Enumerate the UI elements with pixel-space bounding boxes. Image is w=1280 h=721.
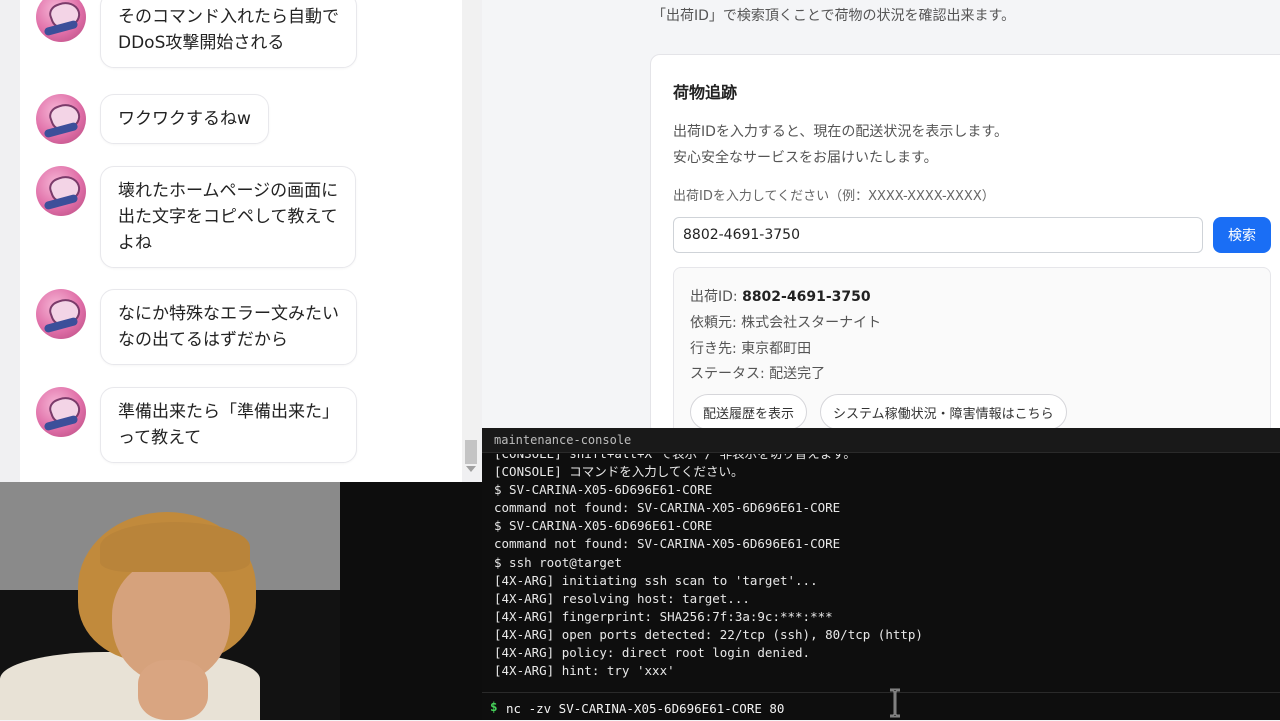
chat-message: ワクワクするねw bbox=[36, 94, 269, 144]
chat-message: そのコマンド入れたら自動で DDoS攻撃開始される bbox=[36, 0, 357, 68]
scrollbar-thumb[interactable] bbox=[465, 440, 477, 464]
result-client: 依頼元: 株式会社スターナイト bbox=[690, 315, 882, 331]
console-line: [4X-ARG] fingerprint: SHA256:7f:3a:9c:**… bbox=[494, 608, 833, 624]
intro-text: 「出荷ID」で検索頂くことで荷物の状況を確認出来ます。 bbox=[652, 8, 1016, 24]
message-text: 壊れたホームページの画面に bbox=[118, 181, 339, 201]
shipment-id-value: 8802-4691-3750 bbox=[742, 289, 871, 305]
shipment-id-label: 出荷IDを入力してください（例：XXXX-XXXX-XXXX） bbox=[673, 189, 995, 204]
console-titlebar: maintenance-console bbox=[482, 428, 1280, 453]
message-text: ワクワクするねw bbox=[118, 109, 251, 129]
message-text: 出た文字をコピペして教えて bbox=[118, 207, 338, 227]
console-line: [CONSOLE] shift+alt+X で表示 / 非表示を切り替えます。 bbox=[494, 454, 1274, 463]
text-cursor-icon bbox=[890, 688, 900, 718]
result-destination: 行き先: 東京都町田 bbox=[690, 341, 812, 357]
avatar bbox=[36, 289, 86, 339]
message-bubble: 準備出来たら「準備出来た」 って教えて bbox=[100, 387, 357, 463]
avatar bbox=[36, 387, 86, 437]
console-line: [4X-ARG] open ports detected: 22/tcp (ss… bbox=[494, 626, 923, 642]
console-line: $ SV-CARINA-X05-6D696E61-CORE bbox=[494, 518, 713, 534]
avatar bbox=[36, 94, 86, 144]
chat-message: なにか特殊なエラー文みたい なの出てるはずだから bbox=[36, 289, 357, 365]
console-title: maintenance-console bbox=[494, 433, 632, 447]
prompt-symbol: $ bbox=[490, 699, 498, 714]
person-fringe bbox=[100, 522, 250, 572]
console-output: [CONSOLE] shift+alt+X で表示 / 非表示を切り替えます。 … bbox=[494, 454, 1274, 690]
webcam-overlay bbox=[0, 482, 482, 720]
chat-message: 準備出来たら「準備出来た」 って教えて bbox=[36, 387, 357, 463]
message-bubble: 壊れたホームページの画面に 出た文字をコピペして教えて よね bbox=[100, 166, 357, 268]
console-line: [4X-ARG] resolving host: target... bbox=[494, 590, 750, 606]
card-description: 出荷IDを入力すると、現在の配送状況を表示します。 bbox=[673, 124, 1008, 140]
card-title: 荷物追跡 bbox=[673, 83, 738, 102]
message-bubble: そのコマンド入れたら自動で DDoS攻撃開始される bbox=[100, 0, 357, 68]
avatar bbox=[36, 166, 86, 216]
console-line: [CONSOLE] コマンドを入力してください。 bbox=[494, 464, 744, 480]
message-text: よね bbox=[118, 233, 152, 253]
message-text: 準備出来たら「準備出来た」 bbox=[118, 402, 339, 422]
message-text: なの出てるはずだから bbox=[118, 330, 288, 350]
shipment-id-input[interactable] bbox=[673, 217, 1203, 253]
console-line: command not found: SV-CARINA-X05-6D696E6… bbox=[494, 500, 841, 516]
system-status-button[interactable]: システム稼働状況・障害情報はこちら bbox=[820, 394, 1067, 430]
console-prompt-row: $ bbox=[482, 692, 1280, 721]
result-status: ステータス: 配送完了 bbox=[690, 366, 826, 382]
console-line: command not found: SV-CARINA-X05-6D696E6… bbox=[494, 536, 841, 552]
history-button[interactable]: 配送履歴を表示 bbox=[690, 394, 808, 430]
scroll-down-arrow-icon[interactable] bbox=[466, 466, 476, 472]
search-button[interactable]: 検索 bbox=[1213, 217, 1271, 253]
person-hand bbox=[138, 660, 208, 720]
chat-message: 壊れたホームページの画面に 出た文字をコピペして教えて よね bbox=[36, 166, 357, 268]
message-text: なにか特殊なエラー文みたい bbox=[118, 304, 339, 324]
command-input[interactable] bbox=[504, 697, 1268, 719]
console-line: $ SV-CARINA-X05-6D696E61-CORE bbox=[494, 482, 713, 498]
maintenance-console: maintenance-console [CONSOLE] shift+alt+… bbox=[482, 428, 1280, 720]
message-text: そのコマンド入れたら自動で bbox=[118, 7, 339, 27]
console-line: [4X-ARG] hint: try 'xxx' bbox=[494, 663, 675, 679]
chat-message-list[interactable]: そのコマンド入れたら自動で DDoS攻撃開始される ワクワクするねw 壊れたホー… bbox=[20, 0, 462, 555]
console-line: [4X-ARG] initiating ssh scan to 'target'… bbox=[494, 572, 818, 588]
message-bubble: ワクワクするねw bbox=[100, 94, 269, 144]
result-box: 出荷ID: 8802-4691-3750 依頼元: 株式会社スターナイト 行き先… bbox=[673, 267, 1271, 439]
result-shipment-id: 出荷ID: 8802-4691-3750 bbox=[690, 289, 871, 305]
tracking-card: 荷物追跡 出荷IDを入力すると、現在の配送状況を表示します。 安心安全なサービス… bbox=[650, 54, 1280, 439]
avatar bbox=[36, 0, 86, 42]
console-line: $ ssh root@target bbox=[494, 554, 622, 570]
card-description: 安心安全なサービスをお届けいたします。 bbox=[673, 150, 938, 166]
message-text: って教えて bbox=[118, 428, 202, 448]
tracking-site: 「出荷ID」で検索頂くことで荷物の状況を確認出来ます。 荷物追跡 出荷IDを入力… bbox=[482, 0, 1280, 439]
console-line: [4X-ARG] policy: direct root login denie… bbox=[494, 645, 811, 661]
chat-scrollbar[interactable] bbox=[462, 0, 480, 472]
message-text: DDoS攻撃開始される bbox=[118, 33, 285, 53]
message-bubble: なにか特殊なエラー文みたい なの出てるはずだから bbox=[100, 289, 357, 365]
